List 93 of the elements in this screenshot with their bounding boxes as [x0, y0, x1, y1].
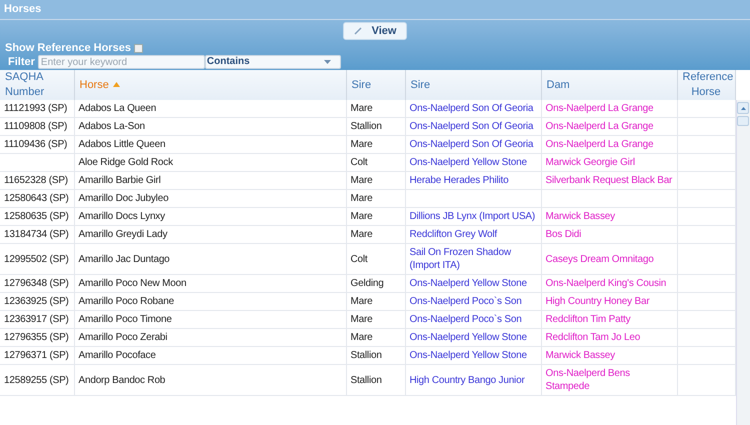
table-cell: 12580635 (SP) — [0, 208, 74, 226]
table-cell: Gelding — [346, 274, 405, 292]
sort-ascending-icon — [112, 82, 120, 88]
table-cell: Adabos Little Queen — [74, 136, 346, 154]
pencil-icon — [354, 27, 362, 35]
dam-link[interactable]: Ons-Naelperd King's Cousin — [546, 277, 672, 290]
filter-input[interactable]: Enter your keyword — [38, 55, 205, 69]
table-cell: Adabos La Queen — [74, 100, 346, 118]
dam-link[interactable]: Ons-Naelperd La Grange — [546, 138, 672, 151]
table-cell: 13184734 (SP) — [0, 226, 74, 244]
dam-link[interactable]: Ons-Naelperd La Grange — [546, 120, 672, 133]
table-cell: Stallion — [346, 364, 405, 396]
table-cell: 11652328 (SP) — [0, 172, 74, 190]
table-cell: Mare — [346, 328, 405, 346]
column-header[interactable]: Sire — [346, 70, 405, 100]
sire-link[interactable]: Ons-Naelperd Yellow Stone — [410, 277, 536, 290]
dam-link[interactable]: Marwick Georgie Girl — [546, 156, 672, 169]
column-header[interactable]: Sire — [405, 70, 541, 100]
dam-link[interactable]: Marwick Bassey — [546, 349, 672, 362]
table-cell: 12796355 (SP) — [0, 328, 74, 346]
dam-link[interactable]: High Country Honey Bar — [546, 295, 672, 308]
table-cell: Amarillo Barbie Girl — [74, 172, 346, 190]
table-cell: Adabos La-Son — [74, 118, 346, 136]
table-cell: Amarillo Docs Lynxy — [74, 208, 346, 226]
sire-link[interactable]: Ons-Naelperd Poco`s Son — [410, 313, 536, 326]
table-cell: 12589255 (SP) — [0, 364, 74, 396]
table-cell: Mare — [346, 190, 405, 208]
table-cell: Mare — [346, 292, 405, 310]
show-reference-label: Show Reference Horses — [5, 42, 131, 54]
table-cell: 12796348 (SP) — [0, 274, 74, 292]
column-header[interactable]: Horse — [74, 70, 346, 100]
table-cell: Amarillo Pocoface — [74, 346, 346, 364]
scroll-thumb[interactable] — [737, 116, 750, 126]
table-cell: Mare — [346, 172, 405, 190]
column-header[interactable]: Reference Horse — [677, 70, 735, 100]
table-cell: Amarillo Poco Robane — [74, 292, 346, 310]
table-cell: 12580643 (SP) — [0, 190, 74, 208]
filter-label: Filter — [8, 56, 35, 68]
table-cell: Colt — [346, 244, 405, 274]
match-value: Contains — [206, 56, 251, 68]
sire-link[interactable]: Ons-Naelperd Yellow Stone — [410, 331, 536, 344]
sire-link[interactable]: Ons-Naelperd Son Of Georia — [410, 102, 536, 115]
view-button[interactable]: View — [342, 22, 408, 40]
sire-link[interactable]: Ons-Naelperd Poco`s Son — [410, 295, 536, 308]
column-header[interactable]: Dam — [541, 70, 677, 100]
table-cell: 11109436 (SP) — [0, 136, 74, 154]
dam-link[interactable]: Redclifton Tam Jo Leo — [546, 331, 672, 344]
table-cell: Amarillo Greydi Lady — [74, 226, 346, 244]
scroll-up-button[interactable] — [737, 102, 750, 114]
dam-link[interactable]: Silverbank Request Black Bar — [546, 174, 672, 187]
sire-link[interactable]: Ons-Naelperd Son Of Georia — [410, 120, 536, 133]
dam-link[interactable]: Caseys Dream Omnitago — [546, 252, 672, 266]
sire-link[interactable]: Redclifton Grey Wolf — [410, 228, 536, 241]
table-cell: Amarillo Doc Jubyleo — [74, 190, 346, 208]
table-cell: Mare — [346, 100, 405, 118]
table-cell: Mare — [346, 136, 405, 154]
scrollbar[interactable] — [736, 100, 750, 425]
dam-link[interactable]: Bos Didi — [546, 228, 672, 241]
table-cell: Andorp Bandoc Rob — [74, 364, 346, 396]
up-arrow-icon — [740, 106, 746, 110]
sire-link[interactable]: Sail On Frozen Shadow (Import ITA) — [410, 246, 536, 272]
sire-link[interactable]: Dillions JB Lynx (Import USA) — [410, 210, 536, 223]
column-header[interactable]: SAQHA Number — [0, 70, 74, 100]
sire-link[interactable]: Ons-Naelperd Yellow Stone — [410, 156, 536, 169]
dam-link[interactable]: Marwick Bassey — [546, 210, 672, 223]
table-cell: Stallion — [346, 118, 405, 136]
table-cell: 12363917 (SP) — [0, 310, 74, 328]
dam-link[interactable]: Redclifton Tim Patty — [546, 313, 672, 326]
table-cell: Mare — [346, 208, 405, 226]
match-dropdown[interactable]: Contains — [204, 55, 341, 69]
table-cell: Colt — [346, 154, 405, 172]
sire-link[interactable]: Ons-Naelperd Son Of Georia — [410, 138, 536, 151]
sire-link[interactable]: High Country Bango Junior — [410, 374, 536, 386]
dam-link[interactable]: Ons-Naelperd Bens Stampede — [546, 367, 672, 393]
table-cell: Aloe Ridge Gold Rock — [74, 154, 346, 172]
dam-link[interactable]: Ons-Naelperd La Grange — [546, 102, 672, 115]
sire-link[interactable]: Ons-Naelperd Yellow Stone — [410, 349, 536, 362]
table-cell: Amarillo Poco New Moon — [74, 274, 346, 292]
table-cell: 12363925 (SP) — [0, 292, 74, 310]
table-cell: Amarillo Poco Zerabi — [74, 328, 346, 346]
caret-icon — [324, 60, 331, 64]
panel-title: Horses — [4, 2, 42, 18]
table-cell: Amarillo Poco Timone — [74, 310, 346, 328]
table-cell: Mare — [346, 226, 405, 244]
sire-link[interactable]: Herabe Herades Philito — [410, 174, 536, 187]
table-cell: Amarillo Jac Duntago — [74, 244, 346, 274]
table-cell: 12796371 (SP) — [0, 346, 74, 364]
table-cell: 11109808 (SP) — [0, 118, 74, 136]
table-cell: 12995502 (SP) — [0, 244, 74, 274]
table-cell: Stallion — [346, 346, 405, 364]
table-cell: Mare — [346, 310, 405, 328]
table-cell: 11121993 (SP) — [0, 100, 74, 118]
show-reference-checkbox[interactable] — [134, 44, 143, 52]
